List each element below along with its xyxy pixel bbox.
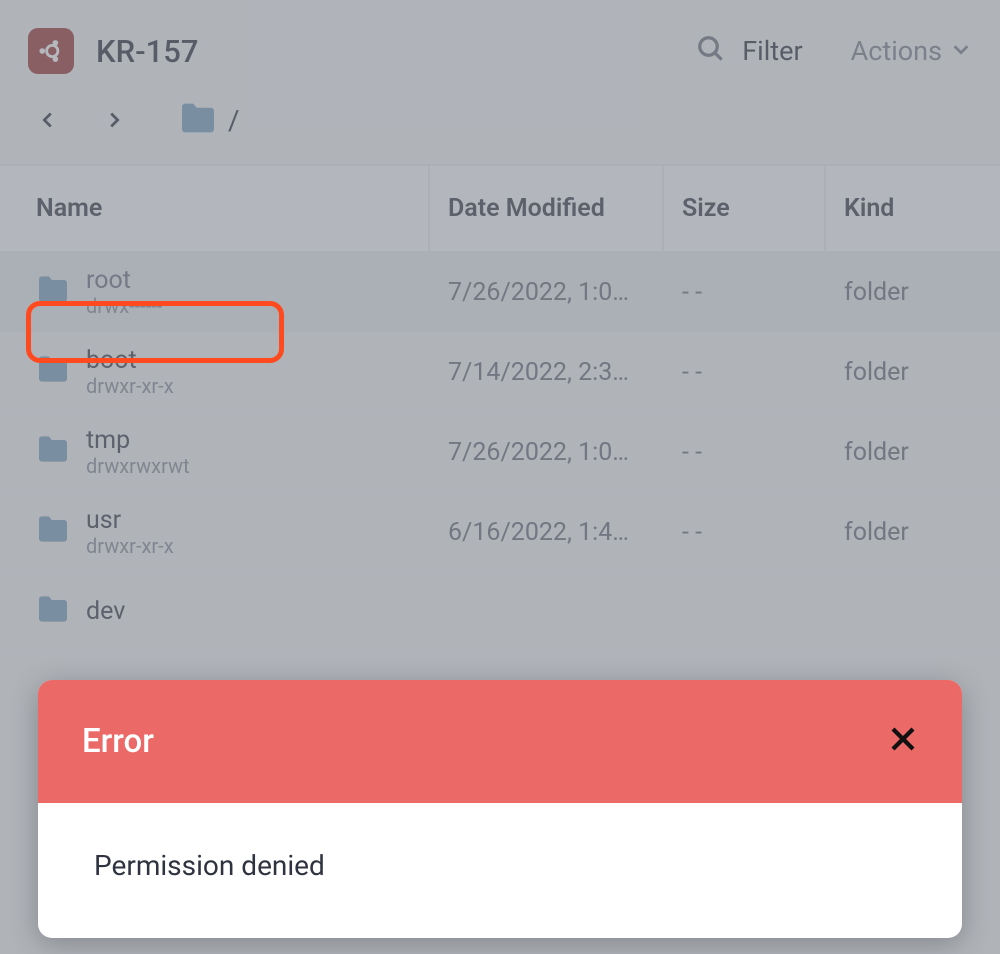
error-modal: Error Permission denied	[38, 680, 962, 938]
close-icon	[888, 721, 918, 763]
close-button[interactable]	[888, 724, 918, 760]
modal-overlay[interactable]: Error Permission denied	[0, 0, 1000, 954]
modal-title: Error	[82, 722, 154, 761]
modal-message: Permission denied	[38, 803, 962, 938]
modal-header: Error	[38, 680, 962, 803]
